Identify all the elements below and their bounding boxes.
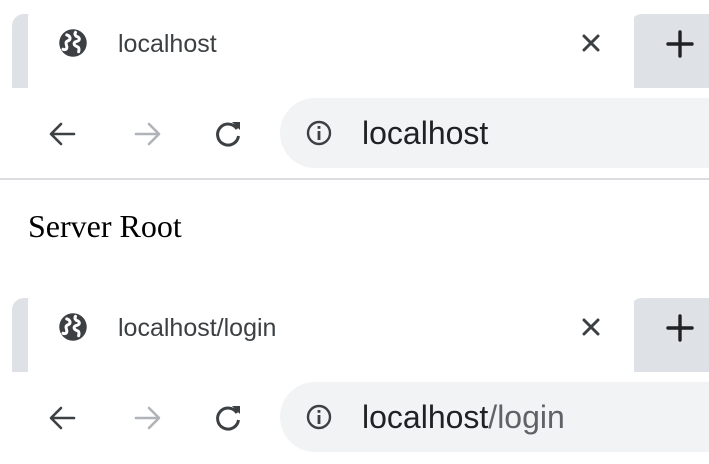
toolbar: localhost [0, 88, 709, 180]
close-tab-icon[interactable] [576, 312, 606, 342]
tab-localhost-login[interactable]: localhost/login [28, 284, 634, 372]
forward-arrow-icon[interactable] [128, 398, 168, 438]
browser-window-2: localhost/login localhost/login [0, 284, 709, 464]
back-arrow-icon[interactable] [42, 398, 82, 438]
address-bar[interactable]: localhost/login [280, 382, 709, 452]
toolbar: localhost/login [0, 372, 709, 464]
back-arrow-icon[interactable] [42, 114, 82, 154]
tab-localhost[interactable]: localhost [28, 0, 634, 88]
address-bar[interactable]: localhost [280, 98, 709, 168]
url-host: localhost [362, 115, 489, 151]
reload-icon[interactable] [208, 398, 248, 438]
tab-title: localhost [118, 30, 217, 58]
tab-strip: localhost [0, 0, 709, 88]
url-text: localhost/login [362, 398, 565, 436]
reload-icon[interactable] [208, 114, 248, 154]
info-icon[interactable] [304, 402, 334, 432]
tab-strip: localhost/login [0, 284, 709, 372]
url-host: localhost [362, 399, 489, 435]
browser-window-1: localhost localhost [0, 0, 709, 180]
forward-arrow-icon[interactable] [128, 114, 168, 154]
new-tab-plus-icon[interactable] [662, 26, 698, 62]
url-text: localhost [362, 114, 488, 152]
tab-title: localhost/login [118, 314, 277, 342]
url-path: /login [488, 399, 565, 435]
globe-icon [58, 312, 88, 342]
info-icon[interactable] [304, 118, 334, 148]
globe-icon [58, 28, 88, 58]
page-body-text: Server Root [28, 208, 182, 244]
new-tab-plus-icon[interactable] [662, 310, 698, 346]
close-tab-icon[interactable] [576, 28, 606, 58]
